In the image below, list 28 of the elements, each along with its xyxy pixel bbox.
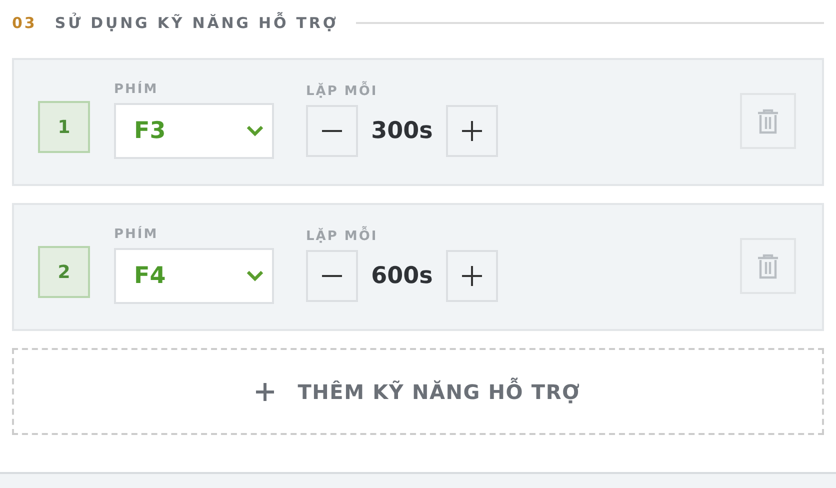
key-select[interactable]: F3	[114, 102, 274, 158]
key-select[interactable]: F4	[114, 248, 274, 304]
interval-value: 600s	[370, 262, 434, 288]
delete-button[interactable]	[740, 93, 796, 149]
skill-index: 2	[38, 246, 90, 298]
field-label: PHÍM	[114, 226, 158, 242]
decrement-button[interactable]	[306, 104, 358, 156]
section-number: 03	[12, 14, 37, 32]
section-title: SỬ DỤNG KỸ NĂNG HỖ TRỢ	[54, 14, 338, 32]
plus-icon	[462, 266, 482, 286]
chevron-down-icon	[246, 124, 264, 136]
increment-button[interactable]	[446, 250, 498, 302]
delete-button[interactable]	[740, 238, 796, 294]
plus-icon	[256, 382, 274, 400]
increment-button[interactable]	[446, 104, 498, 156]
add-skill-button[interactable]: THÊM KỸ NĂNG HỖ TRỢ	[12, 348, 824, 435]
minus-icon	[322, 274, 342, 276]
field-label: LẶP MỖI	[306, 84, 378, 98]
decrement-button[interactable]	[306, 250, 358, 302]
minus-icon	[322, 130, 342, 132]
interval-value: 300s	[370, 118, 434, 144]
skill-index: 1	[38, 101, 90, 153]
field-label: PHÍM	[114, 82, 158, 96]
trash-icon	[757, 254, 779, 278]
chevron-down-icon	[246, 270, 264, 282]
plus-icon	[462, 120, 482, 140]
trash-icon	[757, 108, 779, 134]
field-label: LẶP MỖI	[306, 228, 378, 244]
